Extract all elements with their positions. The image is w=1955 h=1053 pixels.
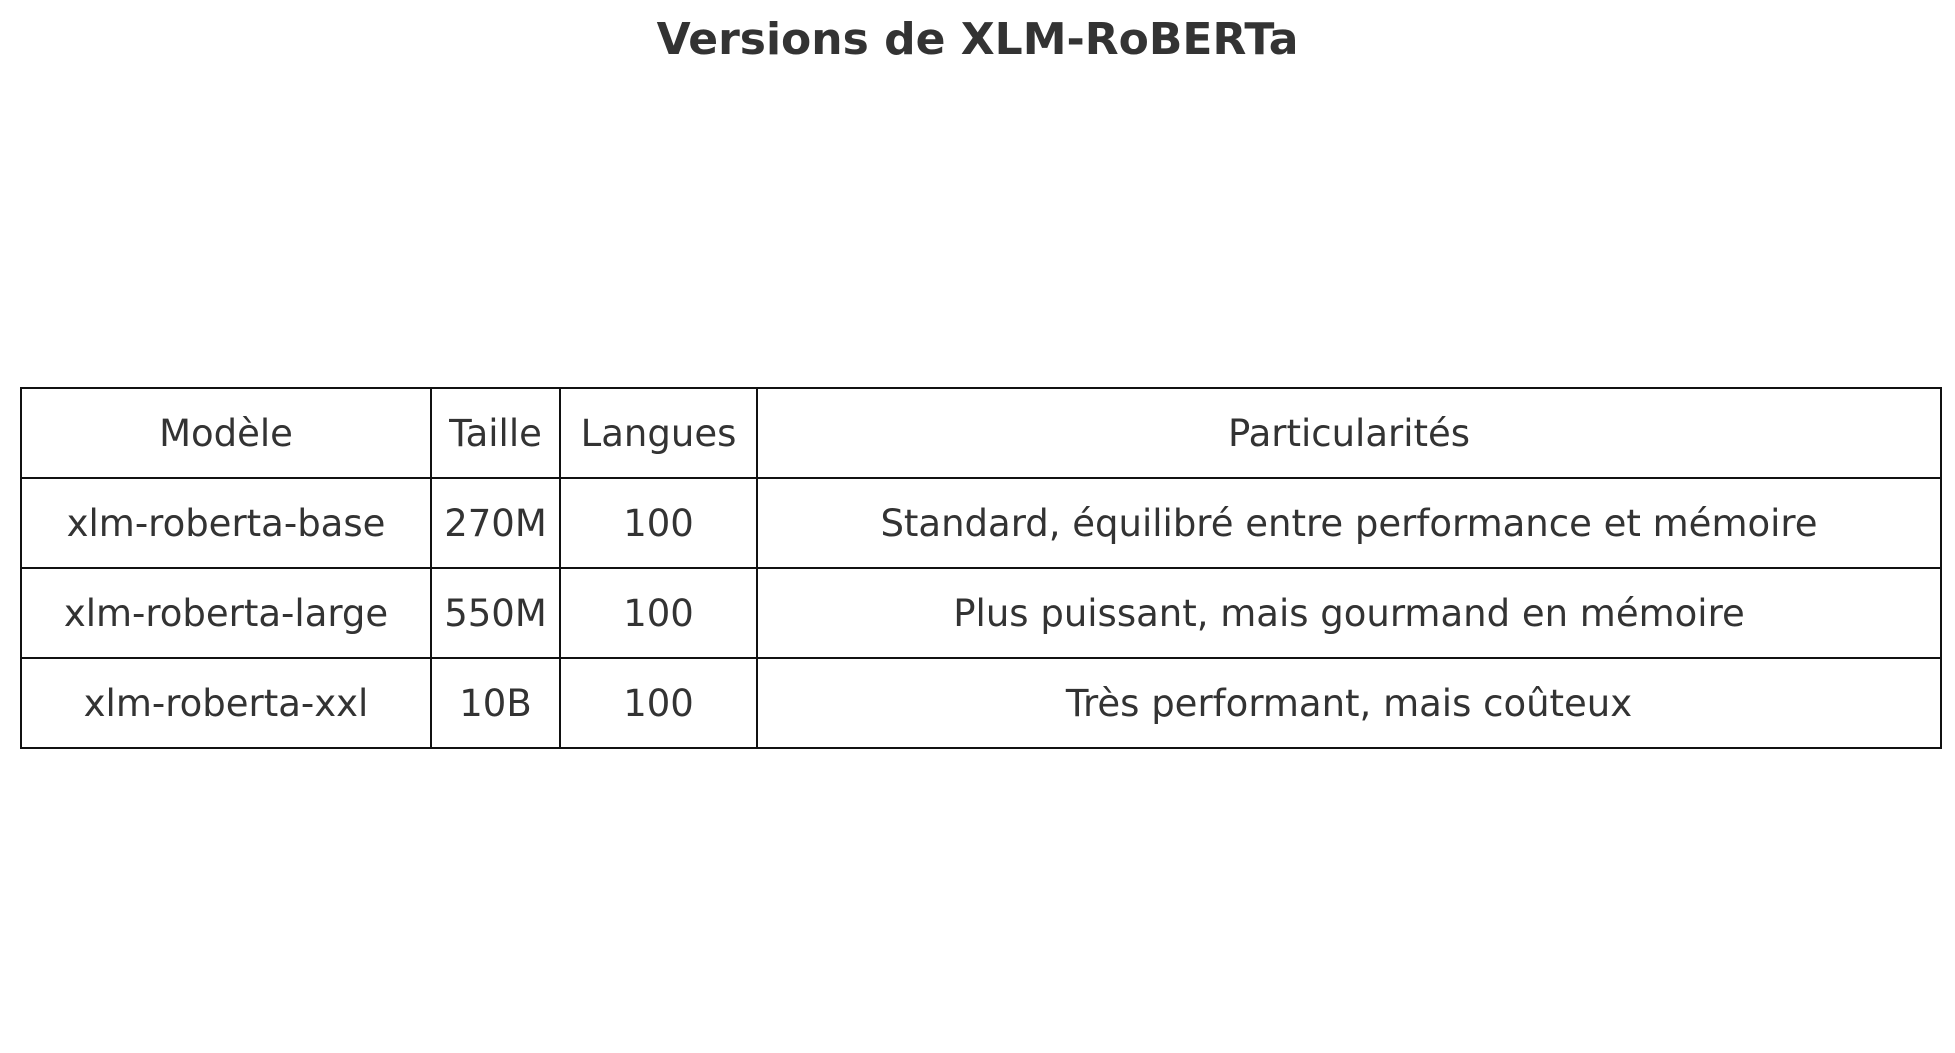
table-row: xlm-roberta-xxl 10B 100 Très performant,… (20, 657, 1942, 749)
column-header-languages: Langues (559, 387, 758, 479)
cell-features: Standard, équilibré entre performance et… (756, 477, 1942, 569)
table-title: Versions de XLM-RoBERTa (656, 14, 1299, 65)
table-row: xlm-roberta-large 550M 100 Plus puissant… (20, 567, 1942, 659)
cell-size: 550M (430, 567, 561, 659)
cell-model: xlm-roberta-xxl (20, 657, 432, 749)
header-row: Modèle Taille Langues Particularités (20, 387, 1942, 479)
column-header-model: Modèle (20, 387, 432, 479)
cell-languages: 100 (559, 567, 758, 659)
cell-features: Plus puissant, mais gourmand en mémoire (756, 567, 1942, 659)
cell-size: 270M (430, 477, 561, 569)
table-container: Modèle Taille Langues Particularités xlm… (20, 387, 1942, 749)
column-header-features: Particularités (756, 387, 1942, 479)
cell-model: xlm-roberta-large (20, 567, 432, 659)
cell-features: Très performant, mais coûteux (756, 657, 1942, 749)
table-row: xlm-roberta-base 270M 100 Standard, équi… (20, 477, 1942, 569)
cell-languages: 100 (559, 477, 758, 569)
cell-languages: 100 (559, 657, 758, 749)
cell-model: xlm-roberta-base (20, 477, 432, 569)
cell-size: 10B (430, 657, 561, 749)
column-header-size: Taille (430, 387, 561, 479)
versions-table: Modèle Taille Langues Particularités xlm… (20, 387, 1942, 749)
